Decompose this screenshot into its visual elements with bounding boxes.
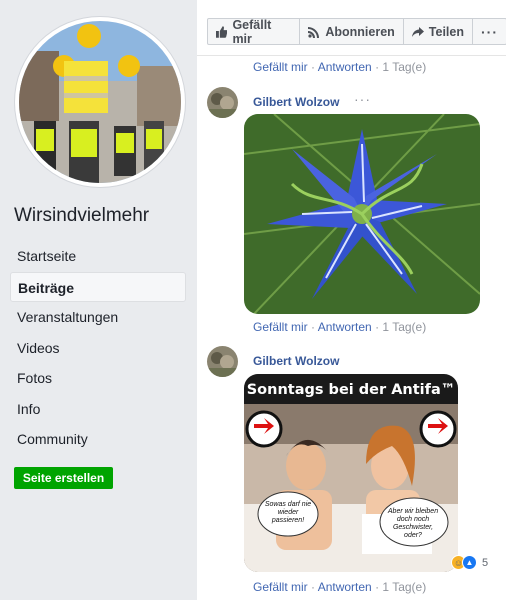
page-profile-picture[interactable]: [15, 17, 185, 187]
nav-item-beitraege[interactable]: Beiträge: [10, 271, 186, 302]
comment-author[interactable]: Gilbert Wolzow: [253, 354, 339, 368]
comment-meta: Gefällt mir · Antworten · 1 Tag(e): [253, 60, 427, 74]
share-label: Teilen: [428, 24, 464, 39]
nav-item-startseite[interactable]: Startseite: [10, 241, 186, 272]
meme-title: Sonntags bei der Antifa™: [246, 382, 456, 398]
more-options-button[interactable]: ···: [472, 18, 506, 45]
reaction-count: 5: [482, 556, 489, 569]
commenter-avatar[interactable]: [207, 87, 238, 118]
share-arrow-icon: [411, 26, 424, 37]
comment-time[interactable]: 1 Tag(e): [382, 580, 426, 594]
like-link[interactable]: Gefällt mir: [253, 60, 308, 74]
nav-item-fotos[interactable]: Fotos: [10, 363, 186, 394]
comment-time[interactable]: 1 Tag(e): [382, 320, 426, 334]
comment-meta: Gefällt mir · Antworten · 1 Tag(e): [253, 320, 427, 334]
comment-meta: Gefällt mir · Antworten · 1 Tag(e): [253, 580, 427, 594]
share-button[interactable]: Teilen: [402, 18, 473, 45]
rss-icon: [308, 26, 320, 38]
nav-item-videos[interactable]: Videos: [10, 333, 186, 364]
meme-bubble-right: Aber wir bleiben doch noch Geschwister, …: [387, 508, 439, 539]
comment-image-meme[interactable]: Sonntags bei der Antifa™ Sowas darf nie …: [244, 374, 458, 572]
comment-image-flower[interactable]: [244, 114, 480, 314]
page-action-bar: Gefällt mir Abonnieren Teilen ···: [207, 17, 506, 46]
nav-item-veranstaltungen[interactable]: Veranstaltungen: [10, 302, 186, 333]
thumbs-up-icon: [216, 25, 228, 38]
commenter-avatar[interactable]: [207, 346, 238, 377]
avatar: [19, 21, 181, 183]
divider: [197, 55, 506, 56]
reply-link[interactable]: Antworten: [318, 580, 372, 594]
subscribe-label: Abonnieren: [325, 24, 395, 39]
comment-time[interactable]: 1 Tag(e): [382, 60, 426, 74]
like-link[interactable]: Gefällt mir: [253, 320, 308, 334]
page-sidebar: Wirsindvielmehr Startseite Beiträge Vera…: [0, 0, 197, 600]
reactions-summary[interactable]: ☺ ▲ 5: [451, 555, 488, 570]
nav-item-info[interactable]: Info: [10, 394, 186, 425]
comment-author[interactable]: Gilbert Wolzow: [253, 95, 339, 109]
comment-options-icon[interactable]: ···: [354, 91, 371, 107]
create-page-button[interactable]: Seite erstellen: [14, 467, 113, 489]
subscribe-button[interactable]: Abonnieren: [299, 18, 404, 45]
reply-link[interactable]: Antworten: [318, 320, 372, 334]
page-title[interactable]: Wirsindvielmehr: [14, 205, 149, 227]
like-page-button[interactable]: Gefällt mir: [207, 17, 301, 46]
like-reaction-icon: ▲: [462, 555, 477, 570]
nav-item-community[interactable]: Community: [10, 424, 186, 455]
like-page-label: Gefällt mir: [232, 17, 272, 46]
reply-link[interactable]: Antworten: [318, 60, 372, 74]
more-dots-icon: ···: [481, 23, 498, 40]
like-link[interactable]: Gefällt mir: [253, 580, 308, 594]
page-nav: Startseite Beiträge Veranstaltungen Vide…: [10, 241, 186, 455]
meme-bubble-left: Sowas darf nie wieder passieren!: [264, 501, 312, 524]
